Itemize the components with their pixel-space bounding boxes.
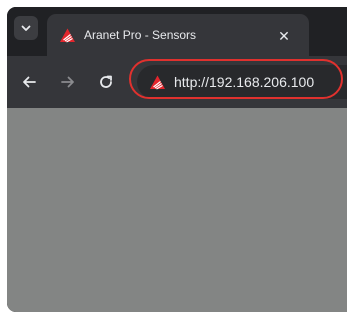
address-bar-highlight-annotation <box>129 59 343 99</box>
page-content-area <box>7 108 347 312</box>
reload-icon <box>100 75 112 88</box>
arrow-left-icon <box>23 76 36 88</box>
tab-close-button[interactable]: ✕ <box>273 25 295 47</box>
tab-strip: Aranet Pro - Sensors ✕ <box>7 7 347 56</box>
arrow-right-icon <box>61 76 74 88</box>
tab-aranet-sensors[interactable]: Aranet Pro - Sensors ✕ <box>47 14 309 56</box>
aranet-logo-icon <box>60 28 75 43</box>
back-button[interactable] <box>17 70 41 94</box>
forward-button[interactable] <box>56 70 80 94</box>
tab-title: Aranet Pro - Sensors <box>84 28 197 42</box>
chevron-down-icon <box>21 25 31 31</box>
browser-window: Aranet Pro - Sensors ✕ http://192.168.20… <box>7 7 347 312</box>
reload-button[interactable] <box>94 70 118 94</box>
tab-search-button[interactable] <box>14 16 38 40</box>
